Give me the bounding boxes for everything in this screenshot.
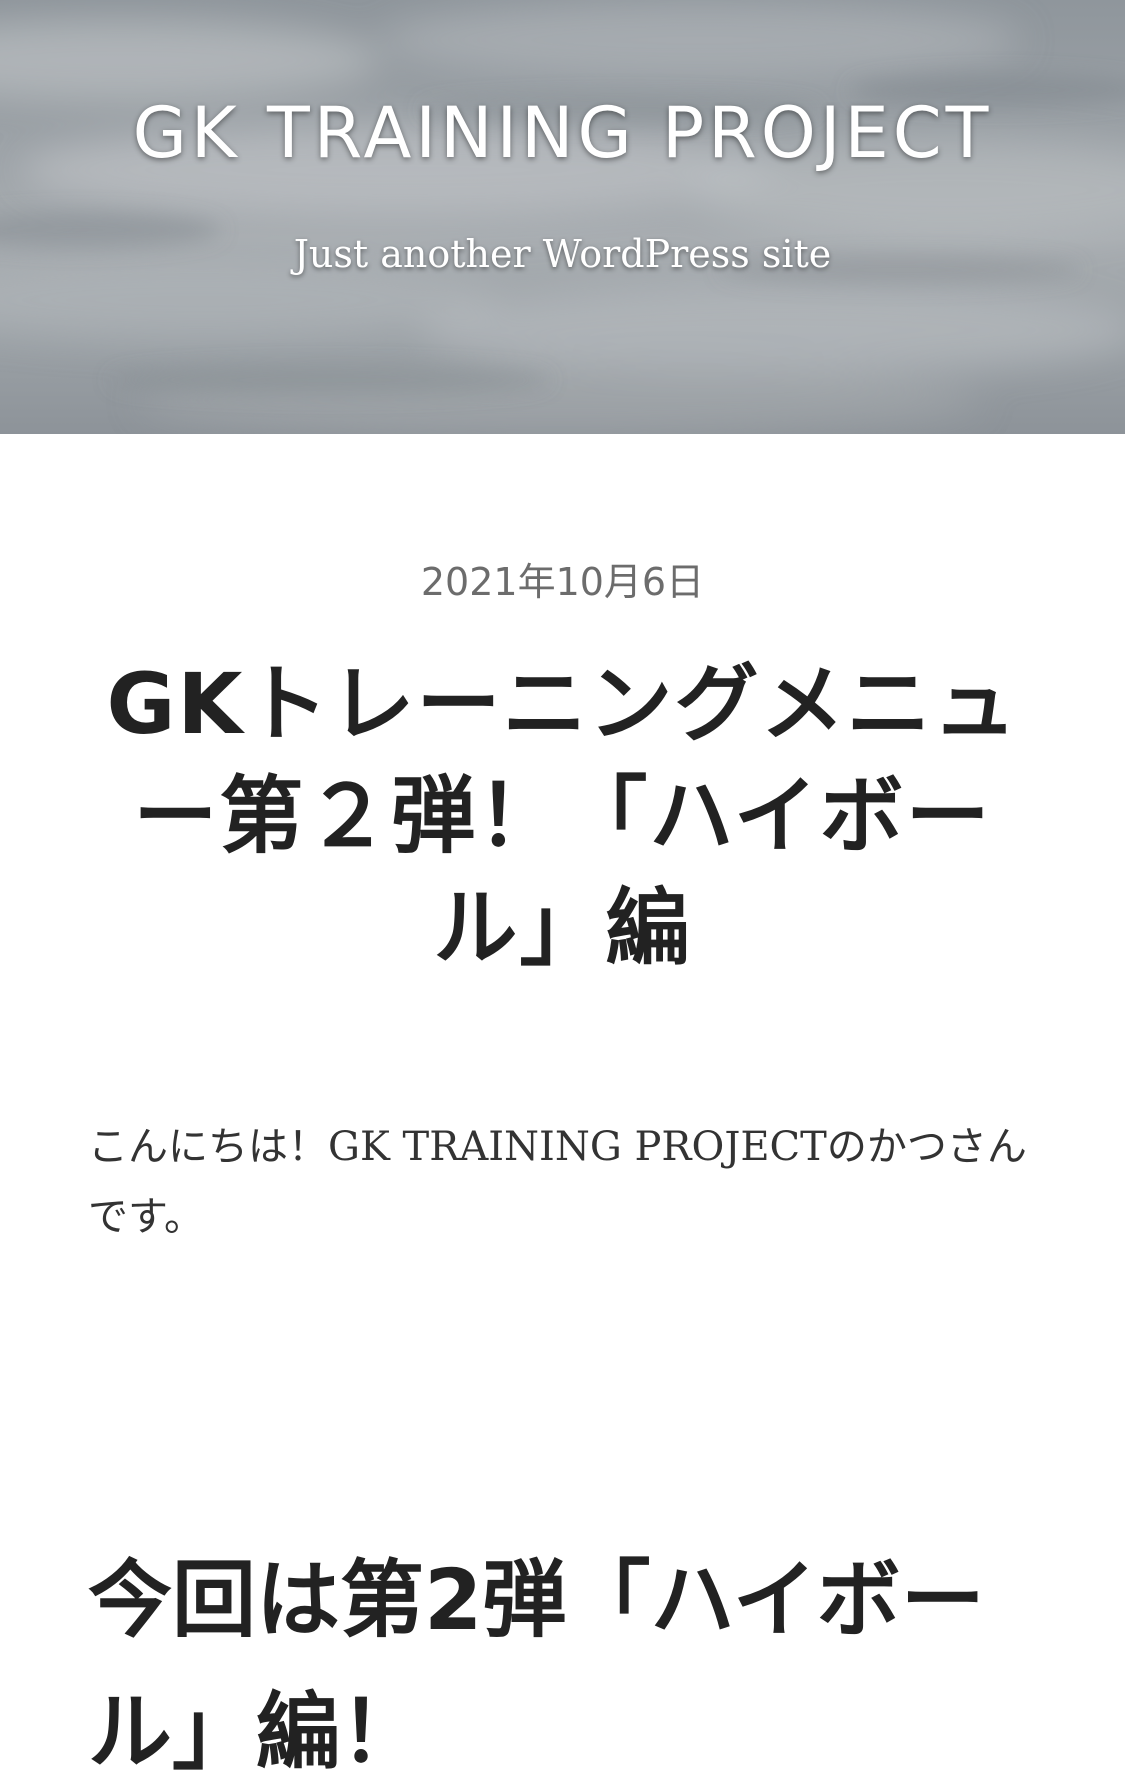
site-header: GK TRAINING PROJECT Just another WordPre… bbox=[0, 0, 1125, 434]
sky-clouds-background bbox=[0, 2, 1125, 434]
section-heading: 今回は第2弾「ハイボール」編！ bbox=[88, 1551, 985, 1781]
post-date[interactable]: 2021年10月6日 bbox=[88, 558, 1037, 606]
site-tagline: Just another WordPress site bbox=[293, 232, 832, 276]
post-intro-paragraph: こんにちは！GK TRAINING PROJECTのかつさんです。 bbox=[88, 1124, 1027, 1240]
site-title[interactable]: GK TRAINING PROJECT bbox=[0, 92, 1125, 174]
post-content: 2021年10月6日 GKトレーニングメニュー第２弾！「ハイボール」編 こんにち… bbox=[0, 558, 1125, 1791]
post-title: GKトレーニングメニュー第２弾！「ハイボール」編 bbox=[106, 655, 1019, 977]
